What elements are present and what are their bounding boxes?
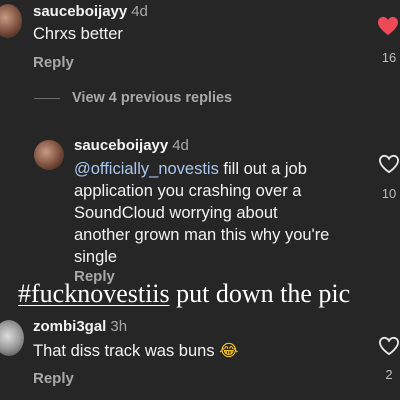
username-text[interactable]: zombi3gal: [33, 318, 106, 335]
overlay-caption: #fucknovestiis put down the pic: [18, 279, 350, 309]
like-button[interactable]: [378, 154, 400, 179]
comment-line: application you crashing over a: [74, 182, 302, 200]
heart-outline-icon: [378, 154, 400, 174]
comment-text: @officially_novestis fill out a job appl…: [74, 158, 374, 268]
comment-time: 4d: [172, 137, 189, 154]
like-count: 2: [385, 367, 393, 382]
overlay-hashtag[interactable]: #fucknovestiis: [18, 279, 170, 308]
like-button[interactable]: [378, 336, 400, 361]
username-text[interactable]: sauceboijayy: [74, 137, 168, 154]
laughing-emoji-icon: 😂: [219, 341, 239, 360]
overlay-text: put down the pic: [169, 279, 351, 308]
mention-link[interactable]: @officially_novestis: [74, 160, 219, 178]
comment-line-text: fill out a job: [218, 160, 307, 178]
like-count: 10: [381, 186, 397, 201]
comment-line: SoundCloud worrying about: [74, 204, 278, 222]
username-text[interactable]: sauceboijayy: [33, 3, 127, 20]
comment-line: @officially_novestis fill out a job: [74, 158, 374, 180]
heart-outline-icon: [378, 336, 400, 356]
avatar[interactable]: [0, 320, 24, 356]
reply-button[interactable]: Reply: [33, 370, 74, 387]
view-previous-replies[interactable]: View 4 previous replies: [72, 90, 232, 106]
comment-text: Chrxs better: [33, 25, 123, 43]
comment-line: another grown man this why you're: [74, 226, 330, 244]
comment-text-content: That diss track was buns: [33, 342, 215, 360]
heart-filled-icon: [378, 16, 398, 36]
avatar[interactable]: [0, 4, 22, 38]
comment-time: 3h: [110, 318, 128, 335]
comment-username[interactable]: sauceboijayy 4d: [74, 137, 189, 154]
reply-button[interactable]: Reply: [33, 54, 74, 71]
like-count: 16: [381, 50, 397, 65]
replies-divider: [34, 98, 60, 99]
comment-username[interactable]: zombi3gal 3h: [33, 318, 127, 335]
avatar[interactable]: [34, 140, 64, 170]
comment-line: single: [74, 248, 118, 266]
comment-time: 4d: [131, 3, 148, 20]
comment-username[interactable]: sauceboijayy 4d: [33, 3, 148, 20]
comment-text: That diss track was buns 😂: [33, 340, 238, 362]
like-button[interactable]: [377, 16, 399, 41]
